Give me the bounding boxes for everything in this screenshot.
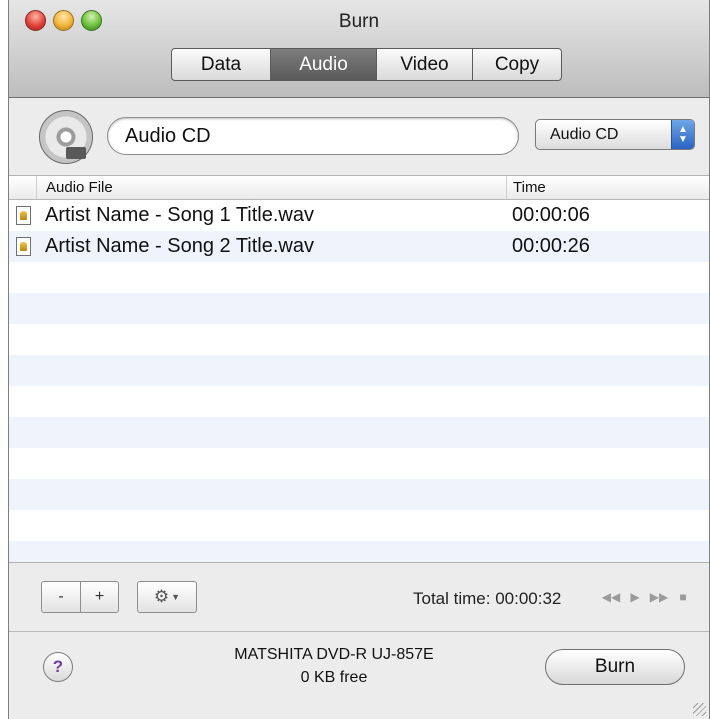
tab-audio[interactable]: Audio [271,49,377,80]
disc-type-select[interactable]: Audio CD ▲ ▼ [535,119,695,150]
title-bar: Burn Data Audio Video Copy [9,0,709,98]
column-header-audio-file[interactable]: Audio File [37,176,507,199]
row-file-name: Artist Name - Song 1 Title.wav [45,204,314,226]
add-file-button[interactable]: + [80,582,118,612]
tab-video[interactable]: Video [377,49,473,80]
table-row[interactable]: Artist Name - Song 2 Title.wav 00:00:26 [9,231,709,262]
row-time: 00:00:26 [512,235,590,257]
empty-row [9,262,709,293]
mode-tabs: Data Audio Video Copy [171,48,562,81]
resize-grip[interactable] [693,703,706,716]
stop-icon[interactable]: ■ [673,590,693,604]
empty-row [9,293,709,324]
icon-column-header[interactable] [9,176,37,199]
audio-file-table: Audio File Time Artist Name - Song 1 Tit… [9,175,709,563]
table-header: Audio File Time [9,176,709,200]
empty-row [9,386,709,417]
audio-file-icon [15,237,31,256]
audio-file-icon [15,206,31,225]
empty-row [9,417,709,448]
column-header-time[interactable]: Time [507,176,709,199]
empty-row [9,355,709,386]
bottom-divider [9,631,709,632]
row-file-name: Artist Name - Song 2 Title.wav [45,235,314,257]
table-row[interactable]: Artist Name - Song 1 Title.wav 00:00:06 [9,200,709,231]
disc-name-input[interactable] [107,117,519,155]
fast-forward-icon[interactable]: ▶▶ [649,590,669,604]
empty-row [9,479,709,510]
help-button[interactable]: ? [43,652,73,682]
rewind-icon[interactable]: ◀◀ [601,590,621,604]
action-menu-button[interactable]: ⚙ ▼ [137,581,197,613]
drive-free-space: 0 KB free [300,669,368,686]
chevron-down-icon: ▼ [171,592,181,602]
window-title: Burn [338,11,380,32]
empty-row [9,448,709,479]
add-remove-buttons: - + [41,581,119,613]
disc-type-value: Audio CD [550,125,619,143]
empty-row [9,324,709,355]
playback-controls: ◀◀ ▶ ▶▶ ■ [601,590,693,604]
remove-file-button[interactable]: - [42,582,80,612]
tab-data[interactable]: Data [172,49,271,80]
play-icon[interactable]: ▶ [625,590,645,604]
gear-icon: ⚙ [153,587,170,606]
drive-name: MATSHITA DVD-R UJ-857E [234,646,434,663]
total-time-label: Total time: 00:00:32 [413,589,562,608]
table-rows: Artist Name - Song 1 Title.wav 00:00:06 … [9,200,709,562]
tab-copy[interactable]: Copy [473,49,561,80]
disc-icon [39,110,93,164]
select-arrows-icon: ▲ ▼ [671,120,694,149]
burn-window: Burn Data Audio Video Copy Audio CD ▲▼ A… [8,0,710,719]
empty-row [9,510,709,541]
burn-button[interactable]: Burn [545,649,685,685]
empty-row [9,541,709,562]
row-time: 00:00:06 [512,204,590,226]
